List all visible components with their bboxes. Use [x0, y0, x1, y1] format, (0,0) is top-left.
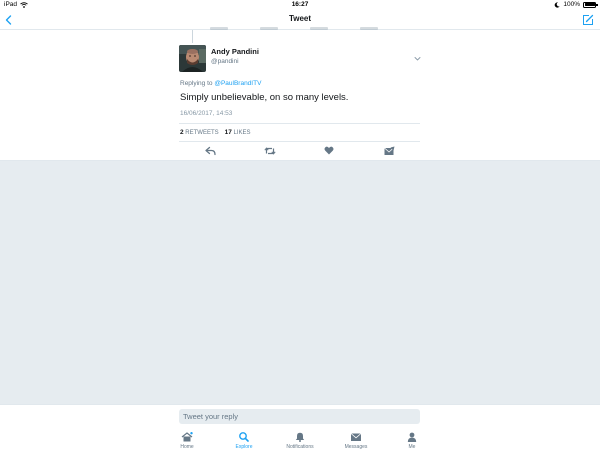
retweets-label: RETWEETS: [185, 130, 219, 136]
tab-explore-label: Explore: [235, 444, 253, 450]
reply-button[interactable]: [203, 146, 217, 158]
person-icon: [407, 432, 417, 442]
author-handle[interactable]: @pandini: [211, 58, 239, 65]
retweets-count: 2: [180, 129, 184, 136]
status-bar: iPad 16:27 100%: [0, 0, 600, 10]
search-icon: [239, 432, 249, 442]
tab-messages[interactable]: Messages: [328, 429, 384, 450]
retweet-icon: [264, 147, 276, 155]
bottom-bar: Home Explore Notifications Messages Me: [0, 404, 600, 450]
moon-icon: [554, 1, 560, 8]
divider: [179, 141, 420, 142]
tab-me[interactable]: Me: [384, 429, 440, 450]
bell-icon: [295, 432, 305, 442]
reply-icon: [204, 146, 216, 156]
direct-message-button[interactable]: [382, 146, 396, 158]
chevron-down-icon: [414, 57, 421, 61]
previous-tweet-actions: [210, 27, 378, 30]
previous-action: [360, 27, 378, 30]
likes-stat[interactable]: 17 LIKES: [225, 129, 251, 136]
replying-to: Replying to @PaulBrandITV: [180, 80, 261, 87]
tab-notifications[interactable]: Notifications: [272, 429, 328, 450]
tweet-actions: [179, 146, 420, 158]
tweet-menu-button[interactable]: [413, 49, 422, 61]
status-right: 100%: [554, 1, 598, 8]
divider: [179, 123, 420, 124]
dm-icon: [383, 146, 394, 155]
compose-button[interactable]: [582, 13, 594, 25]
tab-explore[interactable]: Explore: [216, 429, 272, 450]
battery-fill: [584, 3, 595, 6]
envelope-icon: [350, 433, 362, 441]
likes-label: LIKES: [233, 130, 251, 136]
status-time: 16:27: [291, 1, 309, 8]
reply-input[interactable]: [179, 409, 420, 424]
retweets-stat[interactable]: 2 RETWEETS: [180, 129, 219, 136]
like-button[interactable]: [322, 146, 336, 158]
avatar[interactable]: [179, 45, 206, 72]
tweet-stats: 2 RETWEETS 17 LIKES: [180, 129, 251, 136]
heart-icon: [324, 146, 334, 155]
replying-to-prefix: Replying to: [180, 80, 213, 87]
tweet-date: 16/06/2017, 14:53: [180, 110, 233, 117]
tab-home[interactable]: Home: [159, 429, 215, 450]
thread-line: [192, 30, 193, 43]
tab-home-label: Home: [180, 444, 194, 450]
battery-icon: [583, 1, 598, 8]
page-title: Tweet: [288, 14, 312, 23]
likes-count: 17: [224, 129, 232, 136]
previous-action: [310, 27, 328, 30]
author-name[interactable]: Andy Pandini: [211, 47, 259, 56]
compose-icon: [583, 14, 594, 25]
home-icon: [181, 432, 193, 442]
tweet-text: Simply unbelievable, on so many levels.: [180, 92, 349, 103]
retweet-button[interactable]: [263, 146, 277, 158]
tweet-card: Andy Pandini @pandini Replying to @PaulB…: [0, 27, 600, 161]
previous-action: [260, 27, 278, 30]
reply-to-handle-link[interactable]: @PaulBrandITV: [214, 80, 261, 87]
tab-notifications-label: Notifications: [286, 444, 314, 450]
previous-action: [210, 27, 228, 30]
tab-messages-label: Messages: [344, 444, 368, 450]
battery-percent: 100%: [563, 1, 580, 8]
tab-me-label: Me: [408, 444, 416, 450]
